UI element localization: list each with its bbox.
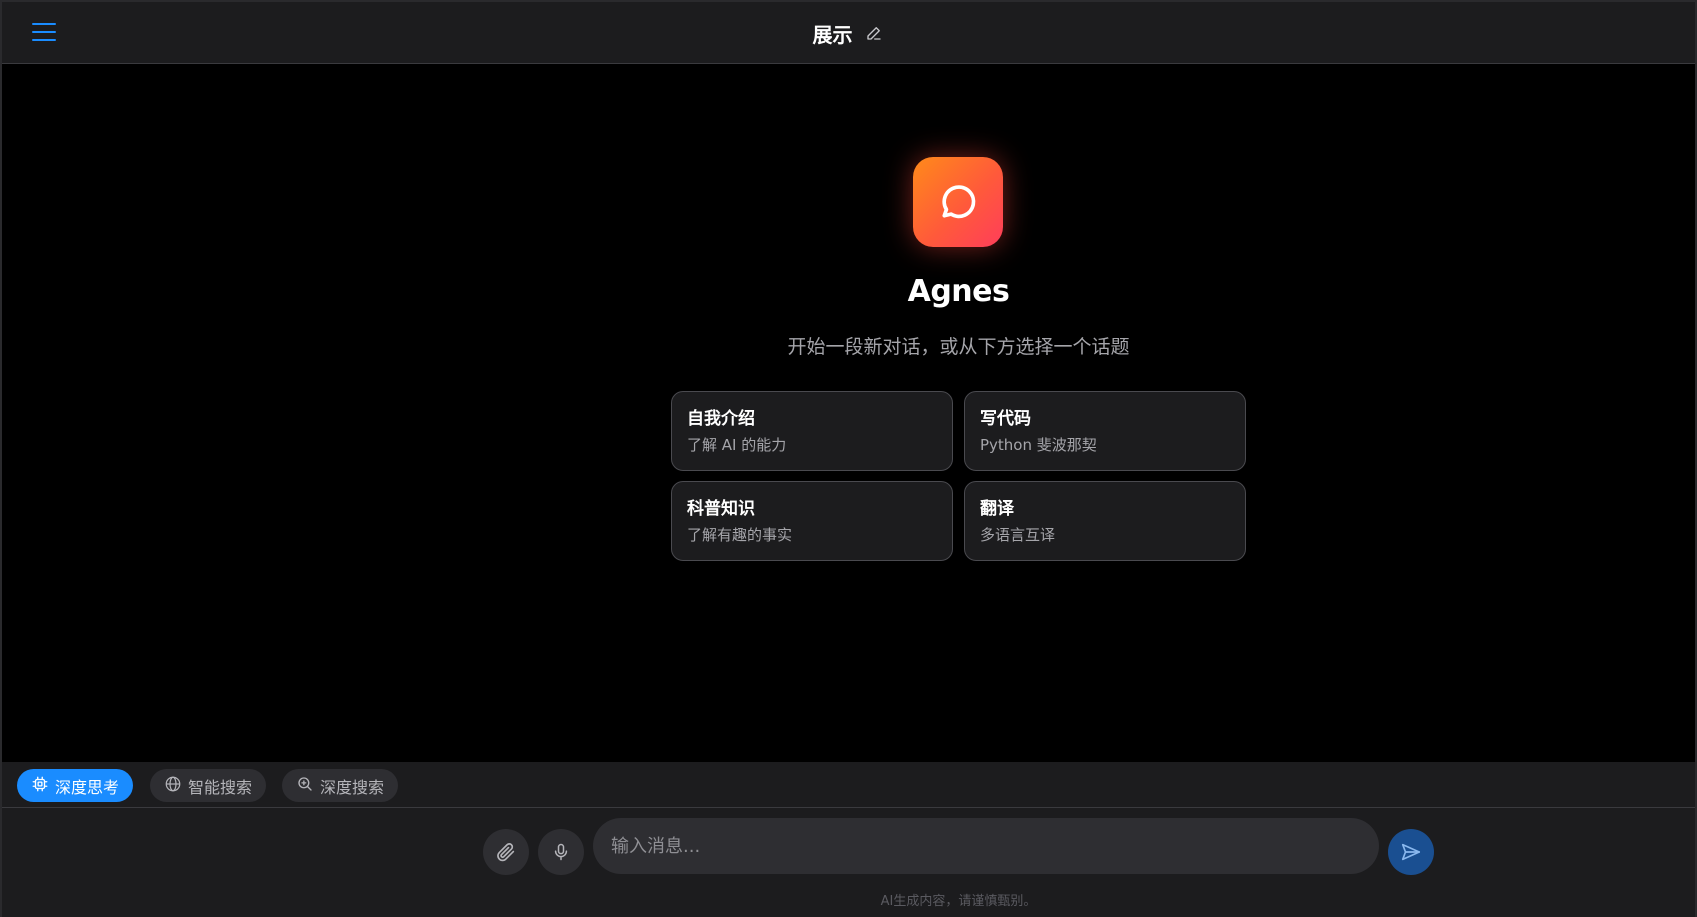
card-title: 自我介绍 bbox=[687, 409, 755, 429]
card-description: 了解有趣的事实 bbox=[687, 526, 793, 544]
suggestion-cards: 自我介绍 了解 AI 的能力 写代码 Python 斐波那契 科普知识 了解有趣… bbox=[671, 391, 1246, 561]
deep-search-toggle[interactable]: 深度搜索 bbox=[282, 769, 399, 802]
welcome-area: Agnes 开始一段新对话，或从下方选择一个话题 自我介绍 了解 AI 的能力 … bbox=[2, 64, 1695, 764]
chat-bubble-icon bbox=[913, 157, 1003, 247]
top-bar: 展示 bbox=[2, 2, 1695, 64]
smart-search-toggle[interactable]: 智能搜索 bbox=[150, 769, 267, 802]
paperclip-icon[interactable] bbox=[483, 829, 529, 875]
app-name: Agnes bbox=[907, 274, 1010, 309]
composer: AI生成内容，请谨慎甄别。 bbox=[2, 808, 1695, 917]
title-area: 展示 bbox=[2, 19, 1695, 48]
card-description: Python 斐波那契 bbox=[980, 436, 1097, 454]
chip-label: 智能搜索 bbox=[188, 777, 253, 797]
suggestion-card-code[interactable]: 写代码 Python 斐波那契 bbox=[964, 391, 1246, 471]
card-description: 了解 AI 的能力 bbox=[687, 436, 787, 454]
suggestion-card-science[interactable]: 科普知识 了解有趣的事实 bbox=[671, 481, 953, 561]
deep-think-toggle[interactable]: 深度思考 bbox=[17, 769, 134, 802]
card-description: 多语言互译 bbox=[980, 526, 1056, 544]
card-title: 科普知识 bbox=[687, 499, 755, 519]
welcome-subtitle: 开始一段新对话，或从下方选择一个话题 bbox=[787, 336, 1130, 358]
conversation-title[interactable]: 展示 bbox=[813, 19, 853, 48]
zoom-search-icon bbox=[296, 775, 314, 797]
edit-pencil-icon[interactable] bbox=[863, 22, 885, 44]
chip-label: 深度搜索 bbox=[320, 777, 385, 797]
card-title: 写代码 bbox=[980, 409, 1031, 429]
send-icon[interactable] bbox=[1388, 829, 1434, 875]
card-title: 翻译 bbox=[980, 499, 1014, 519]
suggestion-card-translate[interactable]: 翻译 多语言互译 bbox=[964, 481, 1246, 561]
suggestion-card-intro[interactable]: 自我介绍 了解 AI 的能力 bbox=[671, 391, 953, 471]
ai-disclaimer: AI生成内容，请谨慎甄别。 bbox=[880, 894, 1037, 909]
chip-processor-icon bbox=[31, 775, 49, 797]
chip-label: 深度思考 bbox=[55, 777, 120, 797]
microphone-icon[interactable] bbox=[538, 829, 584, 875]
message-input[interactable] bbox=[593, 818, 1379, 874]
globe-icon bbox=[164, 775, 182, 797]
mode-bar: 深度思考 智能搜索 深度搜索 bbox=[2, 762, 1695, 808]
app-window: 展示 Agnes 开始一段新对话，或从下方选择一个话题 自我介绍 了解 AI 的… bbox=[0, 0, 1697, 917]
